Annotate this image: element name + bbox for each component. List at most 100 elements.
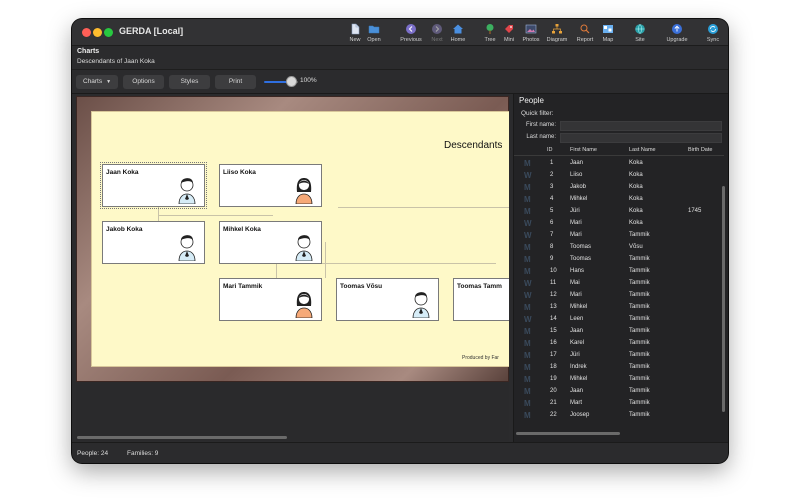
cell-id: 3 [550, 184, 554, 190]
connector-line [325, 242, 326, 278]
window-title: GERDA [Local] [119, 26, 184, 36]
previous-button[interactable]: Previous [398, 23, 424, 45]
table-row[interactable]: M 3 Jakob Koka [514, 182, 724, 194]
app-window: GERDA [Local] New Open Previous Next Hom… [72, 19, 728, 463]
zoom-level: 100% [300, 77, 317, 84]
sync-button[interactable]: Sync [700, 23, 726, 45]
cell-last-name: Tammik [629, 400, 650, 406]
scrollbar-thumb[interactable] [722, 186, 725, 412]
zoom-slider-knob[interactable] [286, 76, 297, 87]
table-row[interactable]: M 16 Karel Tammik [514, 338, 724, 350]
minimize-window-button[interactable] [93, 28, 102, 37]
people-vertical-scrollbar[interactable] [722, 158, 726, 418]
site-button[interactable]: Site [627, 23, 653, 45]
column-header-first-name[interactable]: First Name [570, 147, 597, 153]
male-avatar-icon [178, 235, 196, 261]
table-row[interactable]: W 2 Liiso Koka [514, 170, 724, 182]
cell-last-name: Koka [629, 220, 643, 226]
table-row[interactable]: M 17 Jüri Tammik [514, 350, 724, 362]
sex-indicator-icon: M [524, 327, 531, 336]
column-header-id[interactable]: ID [547, 147, 553, 153]
zoom-window-button[interactable] [104, 28, 113, 37]
person-card[interactable]: Jaan Koka [100, 162, 207, 209]
sex-indicator-icon: M [524, 255, 531, 264]
cell-last-name: Koka [629, 160, 643, 166]
person-card[interactable]: Jakob Koka [102, 221, 205, 264]
table-row[interactable]: M 10 Hans Tammik [514, 266, 724, 278]
table-row[interactable]: W 7 Mari Tammik [514, 230, 724, 242]
cell-first-name: Hans [570, 268, 585, 274]
person-card[interactable]: Toomas Tamm [453, 278, 509, 321]
diagram-button[interactable]: Diagram [544, 23, 570, 45]
table-row[interactable]: M 20 Jaan Tammik [514, 386, 724, 398]
person-card[interactable]: Toomas Võsu [336, 278, 439, 321]
cell-id: 8 [550, 244, 554, 250]
new-document-icon [351, 23, 360, 35]
map-button[interactable]: Map [595, 23, 621, 45]
table-row[interactable]: M 22 Joosep Tammik [514, 410, 724, 422]
cell-id: 21 [550, 400, 557, 406]
table-row[interactable]: M 21 Mart Tammik [514, 398, 724, 410]
cell-last-name: Tammik [629, 328, 650, 334]
table-row[interactable]: M 13 Mihkel Tammik [514, 302, 724, 314]
table-row[interactable]: M 1 Jaan Koka [514, 158, 724, 170]
families-count: Families: 9 [127, 450, 159, 457]
person-card[interactable]: Mihkel Koka [219, 221, 322, 264]
table-row[interactable]: W 12 Mari Tammik [514, 290, 724, 302]
sex-indicator-icon: M [524, 363, 531, 372]
photos-button[interactable]: Photos [518, 23, 544, 45]
cell-first-name: Jaan [570, 160, 584, 166]
column-header-birth-date[interactable]: Birth Date [688, 147, 712, 153]
table-row[interactable]: W 11 Mai Tammik [514, 278, 724, 290]
sex-indicator-icon: M [524, 375, 531, 384]
cell-last-name: Tammik [629, 232, 650, 238]
charts-dropdown[interactable]: Charts ▼ [76, 75, 118, 89]
styles-button[interactable]: Styles [169, 75, 210, 89]
cell-first-name: Leen [570, 316, 584, 322]
people-horizontal-scrollbar[interactable] [516, 432, 620, 435]
home-button[interactable]: Home [445, 23, 471, 45]
cell-id: 11 [550, 280, 557, 286]
sex-indicator-icon: W [524, 279, 532, 288]
person-card[interactable]: Liiso Koka [219, 164, 322, 207]
table-row[interactable]: M 4 Mihkel Koka [514, 194, 724, 206]
table-row[interactable]: W 6 Mari Koka [514, 218, 724, 230]
first-name-field[interactable] [560, 121, 722, 131]
person-card[interactable]: Mari Tammik [219, 278, 322, 321]
chart-horizontal-scrollbar[interactable] [76, 434, 509, 441]
cell-last-name: Koka [629, 208, 643, 214]
open-button[interactable]: Open [361, 23, 387, 45]
photos-icon [525, 24, 537, 34]
upgrade-icon [672, 24, 682, 34]
cell-id: 12 [550, 292, 557, 298]
table-row[interactable]: M 18 Indrek Tammik [514, 362, 724, 374]
cell-last-name: Tammik [629, 280, 650, 286]
table-row[interactable]: M 19 Mihkel Tammik [514, 374, 724, 386]
options-button[interactable]: Options [123, 75, 164, 89]
cell-first-name: Toomas [570, 244, 592, 250]
cell-last-name: Koka [629, 172, 643, 178]
scrollbar-thumb[interactable] [77, 436, 287, 439]
cell-first-name: Joosep [570, 412, 590, 418]
male-avatar-icon [178, 178, 196, 204]
cell-first-name: Mihkel [570, 304, 588, 310]
close-window-button[interactable] [82, 28, 91, 37]
table-row[interactable]: W 14 Leen Tammik [514, 314, 724, 326]
sex-indicator-icon: M [524, 243, 531, 252]
cell-first-name: Toomas [570, 256, 592, 262]
column-header-last-name[interactable]: Last Name [629, 147, 656, 153]
previous-arrow-icon [406, 24, 416, 34]
upgrade-button[interactable]: Upgrade [664, 23, 690, 45]
table-row[interactable]: M 9 Toomas Tammik [514, 254, 724, 266]
cell-last-name: Tammik [629, 304, 650, 310]
diagram-icon [552, 24, 562, 34]
table-row[interactable]: M 5 Jüri Koka 1745 [514, 206, 724, 218]
table-row[interactable]: M 15 Jaan Tammik [514, 326, 724, 338]
cell-id: 20 [550, 388, 557, 394]
cell-id: 7 [550, 232, 554, 238]
chart-canvas[interactable]: Descendants Jaan Koka Liiso Koka Jakob K… [76, 96, 509, 434]
table-row[interactable]: M 8 Toomas Võsu [514, 242, 724, 254]
last-name-field[interactable] [560, 133, 722, 143]
print-button[interactable]: Print [215, 75, 256, 89]
cell-last-name: Koka [629, 184, 643, 190]
